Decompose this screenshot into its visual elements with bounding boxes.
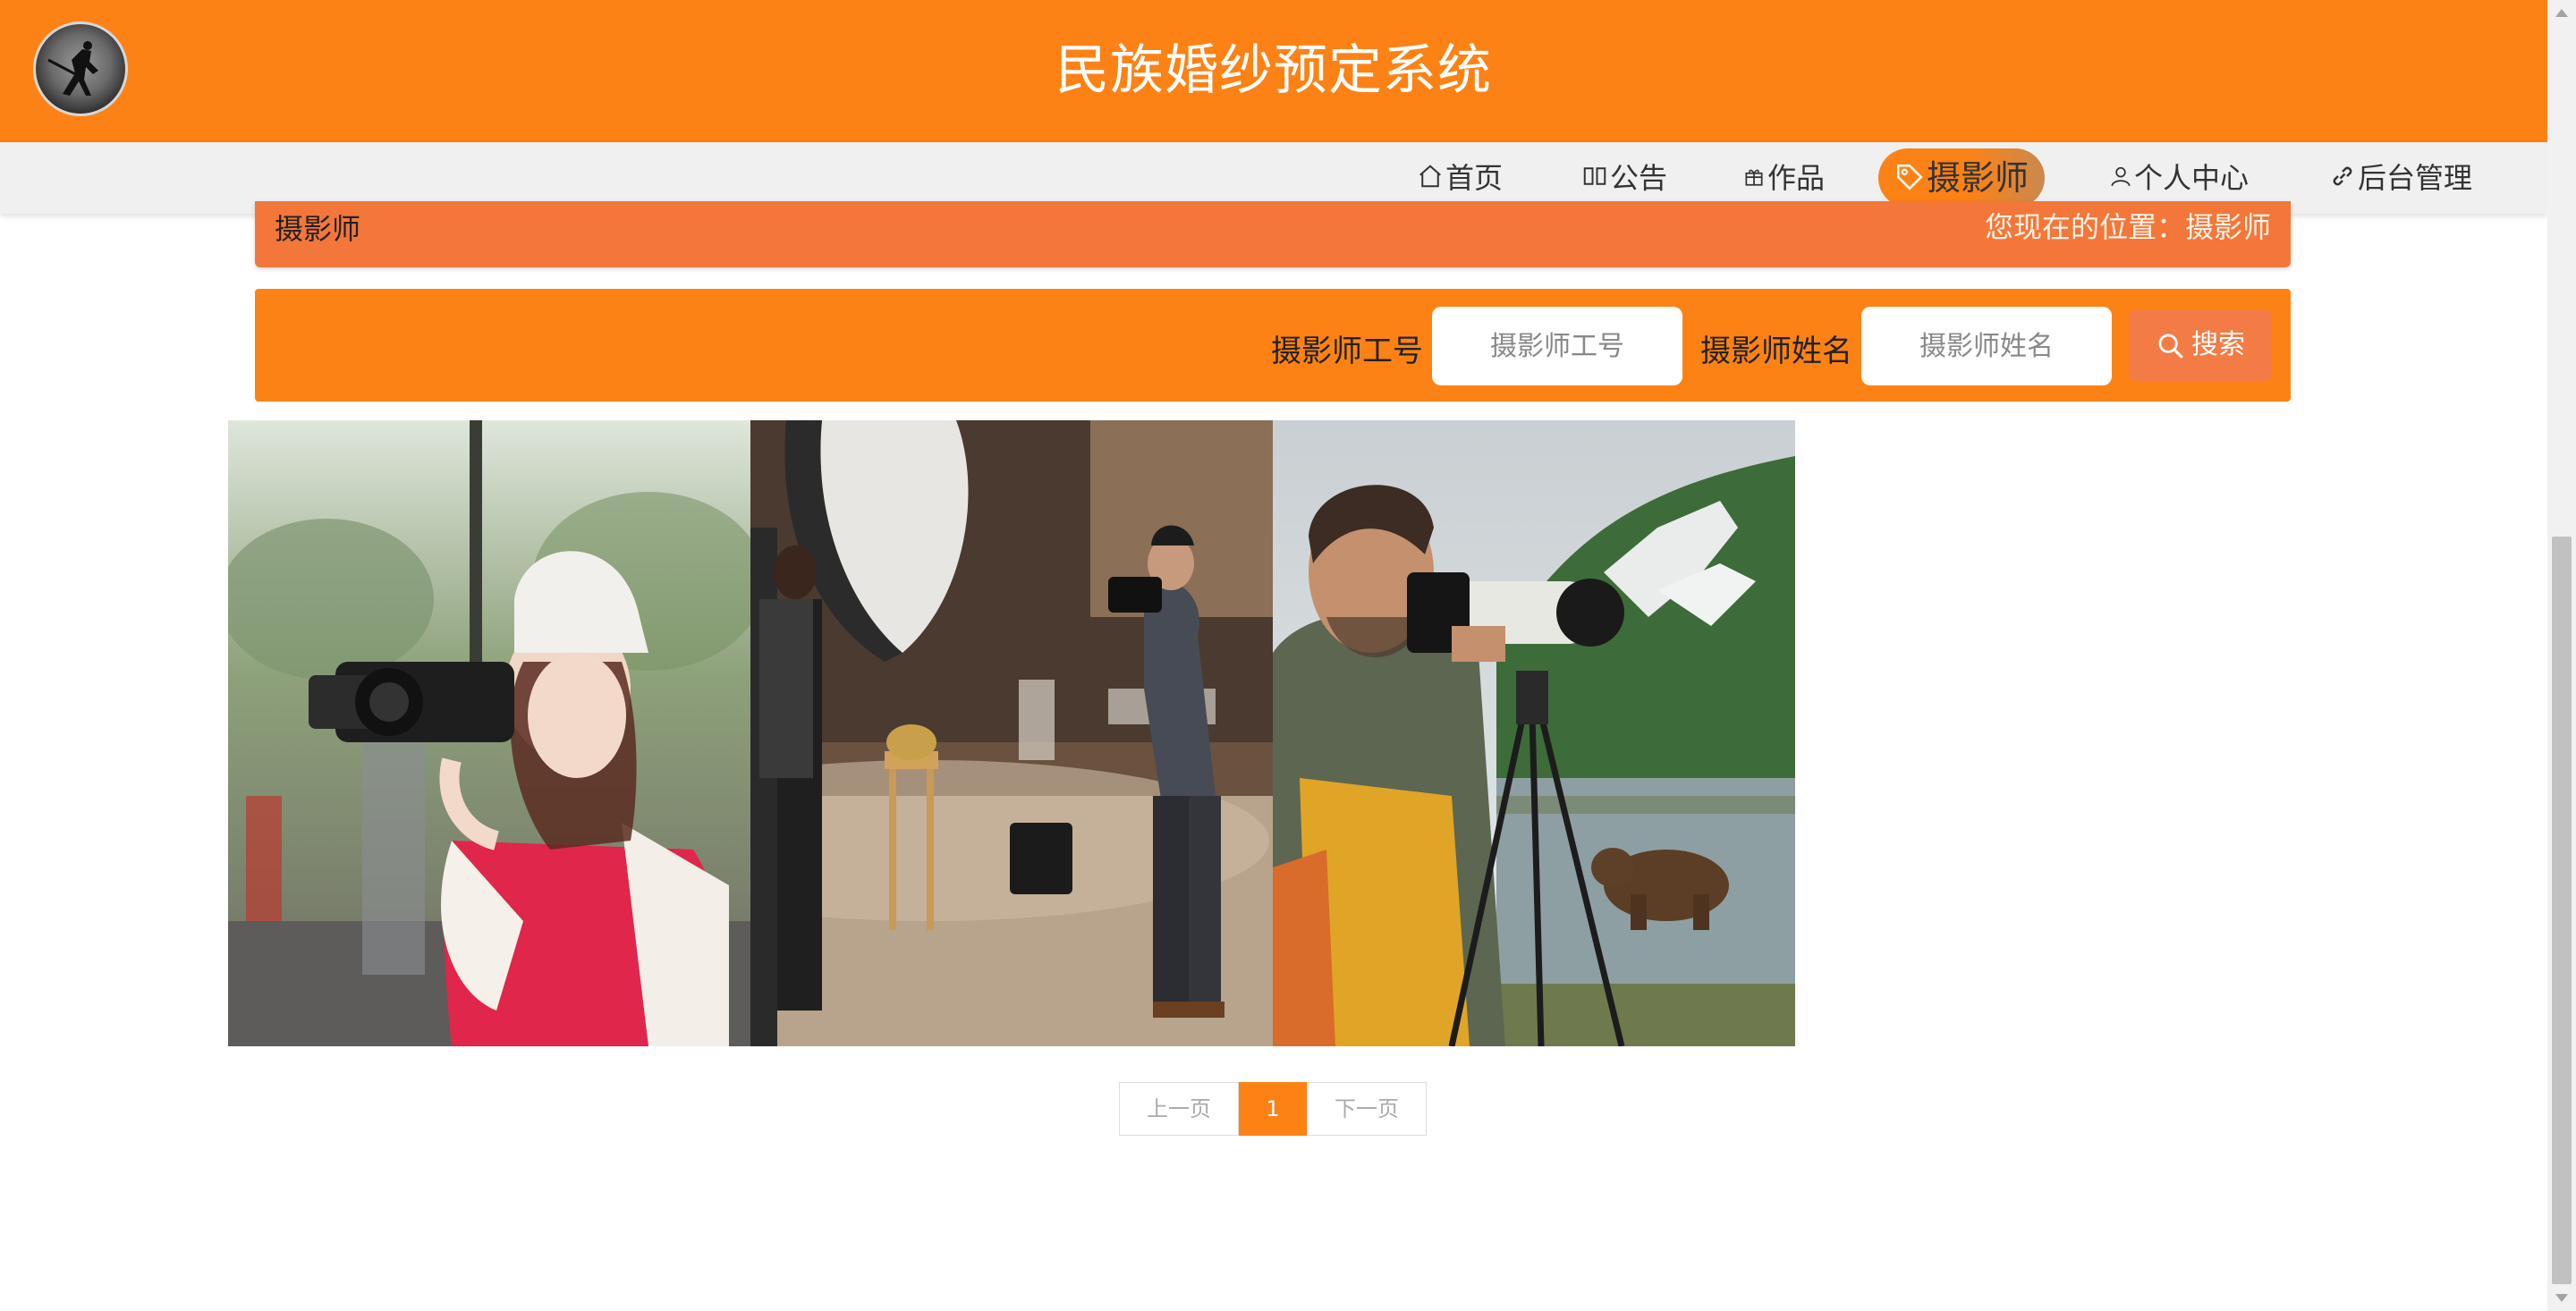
nav-item-label: 公告 <box>1610 161 1668 195</box>
photographer-card[interactable] <box>750 420 1273 1046</box>
nav-item-label: 摄影师 <box>1927 158 2029 198</box>
page-title: 摄影师 <box>275 212 361 246</box>
prev-page-button[interactable]: 上一页 <box>1119 1082 1239 1136</box>
book-icon <box>1581 156 1608 203</box>
photographer-studio-photo <box>750 420 1273 1046</box>
photographer-id-label: 摄影师工号 <box>1271 334 1423 369</box>
search-bar: 摄影师工号 摄影师姓名 搜索 <box>255 289 2291 402</box>
photographer-bear-photo <box>1273 420 1795 1046</box>
search-button[interactable]: 搜索 <box>2129 309 2272 381</box>
gift-icon <box>1742 156 1766 203</box>
scrollbar-thumb[interactable] <box>2552 537 2572 1284</box>
nav-item-admin[interactable]: 后台管理 <box>2329 155 2472 201</box>
nav-item-photographer[interactable]: 摄影师 <box>1878 148 2046 207</box>
photographer-card[interactable] <box>1273 420 1795 1046</box>
current-page-button[interactable]: 1 <box>1239 1082 1307 1136</box>
photographer-gallery <box>228 420 1795 1046</box>
nav-item-label: 作品 <box>1767 161 1826 195</box>
breadcrumb-location: 您现在的位置：摄影师 <box>1984 210 2271 244</box>
breadcrumb: 摄影师 您现在的位置：摄影师 <box>255 201 2291 267</box>
nav-item-works[interactable]: 作品 <box>1742 155 1825 201</box>
nav-item-notice[interactable]: 公告 <box>1581 155 1667 201</box>
nav-item-profile[interactable]: 个人中心 <box>2109 155 2249 201</box>
vertical-scrollbar[interactable] <box>2547 0 2576 1311</box>
photographer-id-input[interactable] <box>1432 307 1682 385</box>
home-icon <box>1417 156 1444 203</box>
site-title: 民族婚纱预定系统 <box>1055 39 1492 102</box>
photographer-woman-photo <box>228 420 750 1046</box>
nav-item-label: 个人中心 <box>2134 161 2250 195</box>
scroll-down-arrow-icon[interactable] <box>2555 1294 2568 1302</box>
nav-item-label: 首页 <box>1445 161 1504 195</box>
next-page-button[interactable]: 下一页 <box>1307 1082 1427 1136</box>
user-icon <box>2109 156 2132 203</box>
photographer-card[interactable] <box>228 420 750 1046</box>
search-icon <box>2158 334 2183 359</box>
search-button-label: 搜索 <box>2191 329 2245 360</box>
link-icon <box>2329 156 2356 203</box>
nav-item-label: 后台管理 <box>2358 161 2473 195</box>
photographer-name-input[interactable] <box>1861 307 2112 385</box>
site-header: 民族婚纱预定系统 <box>0 0 2547 142</box>
nav-item-home[interactable]: 首页 <box>1417 155 1503 201</box>
photographer-name-label: 摄影师姓名 <box>1700 334 1852 369</box>
scroll-up-arrow-icon[interactable] <box>2555 9 2568 17</box>
